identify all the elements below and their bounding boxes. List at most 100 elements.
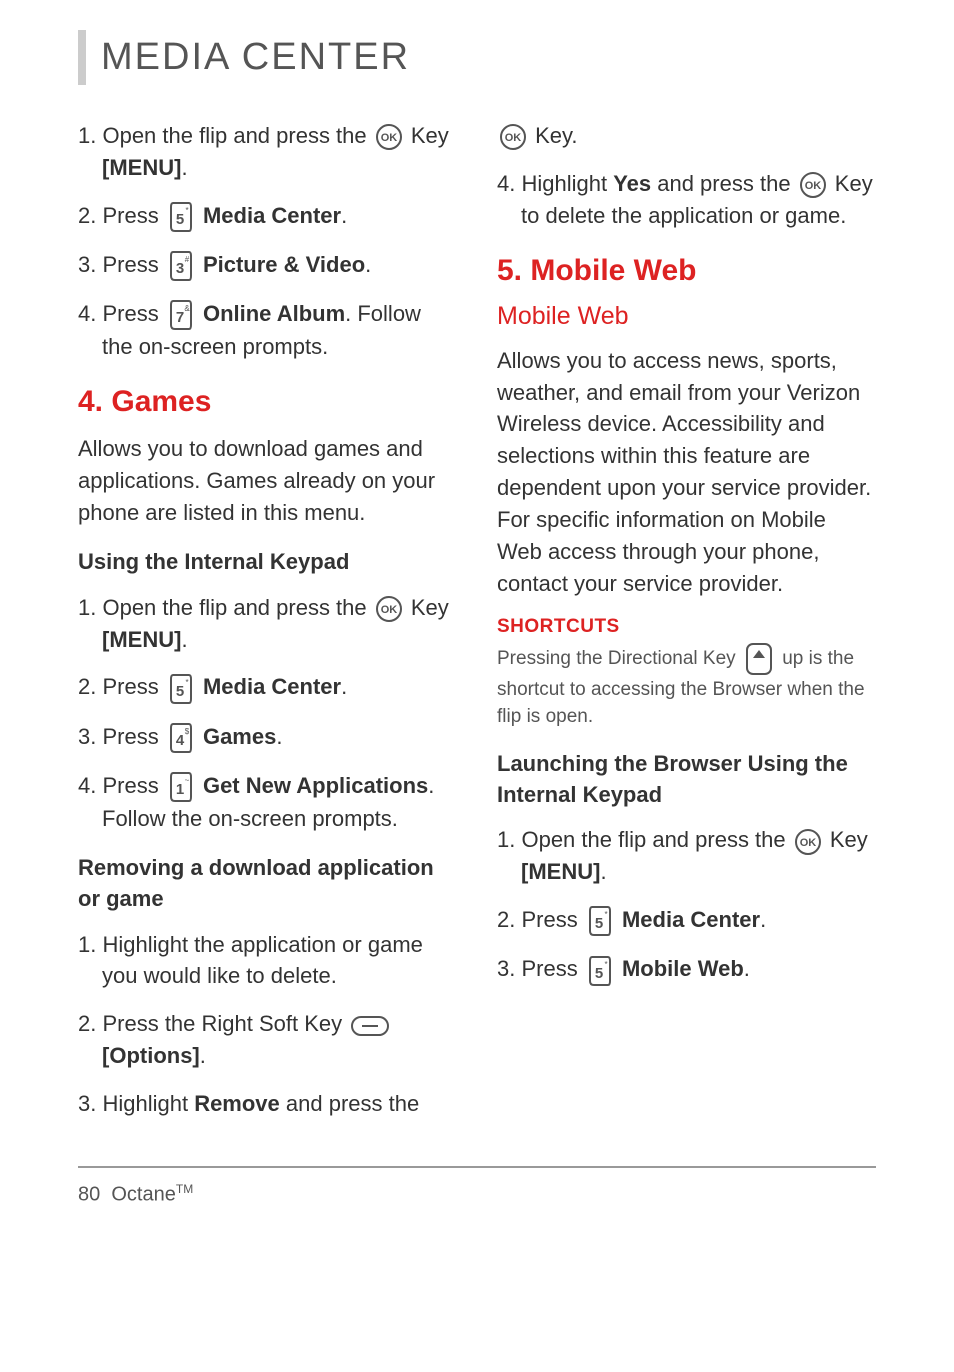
step-bold: Media Center	[622, 907, 760, 932]
step-number: 2.	[497, 907, 521, 932]
step-bold: Media Center	[203, 674, 341, 699]
page: MEDIA CENTER 1. Open the flip and press …	[0, 0, 954, 1247]
step-bold: Online Album	[203, 301, 345, 326]
step-bold: Remove	[194, 1091, 280, 1116]
svg-text:$: $	[185, 727, 190, 736]
svg-text:*: *	[185, 206, 188, 215]
step-item: 1. Open the flip and press the OK Key [M…	[497, 824, 876, 888]
step-item: 3. Press 5* Mobile Web.	[497, 953, 876, 986]
step-number: 3.	[497, 956, 521, 981]
step-suffix: .	[341, 203, 347, 228]
key1-icon: 1~	[167, 771, 195, 803]
step-number: 1.	[78, 932, 102, 957]
page-title: MEDIA CENTER	[101, 30, 410, 85]
page-footer: 80 OctaneTM	[78, 1166, 876, 1207]
svg-text:*: *	[604, 910, 607, 919]
step-number: 4.	[78, 773, 102, 798]
step-item: 4. Press 7& Online Album. Follow the on-…	[78, 298, 457, 363]
key4-icon: 4$	[167, 722, 195, 754]
step-suffix: .	[365, 252, 371, 277]
key3-icon: 3#	[167, 250, 195, 282]
step-bold: [MENU]	[102, 627, 181, 652]
steps-group-a: 1. Open the flip and press the OK Key [M…	[78, 120, 457, 363]
step-suffix: .	[276, 724, 282, 749]
svg-text:OK: OK	[381, 604, 398, 616]
step-suffix: .	[181, 155, 187, 180]
ok-icon: OK	[375, 123, 403, 151]
step-bold: Mobile Web	[622, 956, 744, 981]
shortcuts-prefix: Pressing the Directional Key	[497, 648, 741, 669]
step-bold: Picture & Video	[203, 252, 365, 277]
content-columns: 1. Open the flip and press the OK Key [M…	[78, 120, 876, 1136]
svg-text:5: 5	[595, 915, 603, 932]
right-column: OK Key. 4. Highlight Yes and press the O…	[497, 120, 876, 1136]
page-number: 80	[78, 1184, 100, 1206]
step-number: 2.	[78, 203, 102, 228]
steps-group-c: 1. Highlight the application or game you…	[78, 929, 457, 1120]
step-bold: Yes	[613, 171, 651, 196]
svg-text:*: *	[604, 960, 607, 969]
directional-up-icon	[743, 642, 775, 676]
step-bold: Games	[203, 724, 276, 749]
step-number: 2.	[78, 674, 102, 699]
using-keypad-heading: Using the Internal Keypad	[78, 547, 457, 578]
svg-text:#: #	[185, 255, 190, 264]
step-number: 1.	[497, 827, 521, 852]
step-suffix: .	[341, 674, 347, 699]
step-prefix: Press the Right Soft Key	[102, 1011, 348, 1036]
step-4-right: 4. Highlight Yes and press the OK Key to…	[497, 168, 876, 232]
svg-text:&: &	[184, 304, 190, 313]
svg-text:OK: OK	[800, 837, 817, 849]
softkey-icon	[350, 1015, 390, 1037]
shortcuts-text: Pressing the Directional Key up is the s…	[497, 642, 876, 731]
step-number: 1.	[78, 123, 102, 148]
ok-icon: OK	[799, 171, 827, 199]
step-mid: and press the	[651, 171, 797, 196]
step-item: 1. Open the flip and press the OK Key [M…	[78, 592, 457, 656]
step-item: 2. Press 5* Media Center.	[78, 671, 457, 704]
step-suffix: .	[600, 859, 606, 884]
step-number: 3.	[78, 724, 102, 749]
step-item: 3. Press 3# Picture & Video.	[78, 249, 457, 282]
ok-icon: OK	[499, 123, 527, 151]
step-bold: Get New Applications	[203, 773, 428, 798]
step-item: 2. Press the Right Soft Key [Options].	[78, 1008, 457, 1072]
step-number: 4.	[497, 171, 521, 196]
mobile-web-heading: 5. Mobile Web	[497, 254, 876, 288]
mobile-web-subheading: Mobile Web	[497, 302, 876, 331]
step-item: 3. Press 4$ Games.	[78, 721, 457, 754]
continuation-text: Key.	[529, 123, 578, 148]
step-prefix: Press	[102, 301, 164, 326]
step-number: 1.	[78, 595, 102, 620]
svg-text:OK: OK	[804, 180, 821, 192]
removing-heading: Removing a download application or game	[78, 853, 457, 915]
key7-icon: 7&	[167, 299, 195, 331]
svg-text:*: *	[185, 678, 188, 687]
step-item: 4. Press 1~ Get New Applications. Follow…	[78, 770, 457, 835]
step-prefix: Highlight	[521, 171, 613, 196]
step-prefix: Press	[102, 724, 164, 749]
games-intro: Allows you to download games and applica…	[78, 433, 457, 529]
step-bold: Media Center	[203, 203, 341, 228]
step-prefix: Press	[521, 907, 583, 932]
svg-text:1: 1	[176, 781, 184, 798]
svg-text:5: 5	[595, 965, 603, 982]
continuation-line: OK Key.	[497, 120, 876, 152]
step-item: 2. Press 5* Media Center.	[78, 200, 457, 233]
step-prefix: Highlight	[102, 1091, 194, 1116]
step-prefix: Open the flip and press the	[102, 123, 372, 148]
step-prefix: Press	[102, 252, 164, 277]
step-item: 2. Press 5* Media Center.	[497, 904, 876, 937]
step-bold: [MENU]	[102, 155, 181, 180]
step-number: 2.	[78, 1011, 102, 1036]
steps-group-d: 1. Open the flip and press the OK Key [M…	[497, 824, 876, 986]
svg-text:5: 5	[176, 211, 184, 228]
step-number: 3.	[78, 252, 102, 277]
ok-icon: OK	[794, 828, 822, 856]
step-prefix: Press	[521, 956, 583, 981]
step-mid: Key	[405, 123, 449, 148]
step-item: 1. Open the flip and press the OK Key [M…	[78, 120, 457, 184]
games-heading: 4. Games	[78, 385, 457, 419]
trademark-symbol: TM	[176, 1182, 193, 1196]
step-suffix: .	[181, 627, 187, 652]
